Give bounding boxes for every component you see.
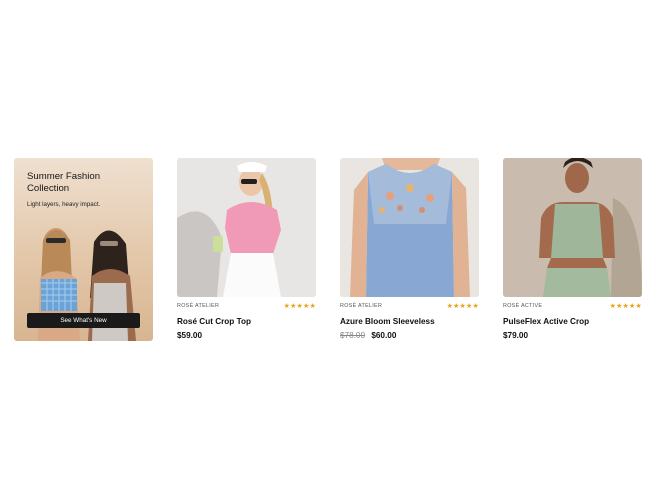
star-rating-icon: ★★★★★	[283, 303, 316, 310]
product-row: Summer Fashion Collection Light layers, …	[14, 158, 643, 342]
price: $59.00	[177, 331, 203, 340]
price: $60.00	[371, 331, 397, 340]
star-rating-icon: ★★★★★	[609, 303, 642, 310]
star-rating-icon: ★★★★★	[446, 303, 479, 310]
promo-title: Summer Fashion Collection	[27, 171, 101, 194]
brand-label: ROSÉ ATELIER	[177, 303, 220, 309]
product-name[interactable]: PulseFlex Active Crop	[503, 317, 642, 326]
product-name[interactable]: Rosé Cut Crop Top	[177, 317, 316, 326]
product-image[interactable]	[340, 158, 479, 297]
product-image[interactable]	[177, 158, 316, 297]
price-row: $79.00	[503, 331, 642, 340]
price-row: $78.00 $60.00	[340, 331, 479, 340]
promo-subtitle: Light layers, heavy impact.	[27, 201, 101, 208]
product-card[interactable]: ROSÉ ATELIER ★★★★★ Azure Bloom Sleeveles…	[340, 158, 479, 340]
brand-label: ROSÉ ATELIER	[340, 303, 383, 309]
price: $79.00	[503, 331, 529, 340]
product-image[interactable]	[503, 158, 642, 297]
see-whats-new-button[interactable]: See What's New	[27, 313, 140, 328]
brand-label: ROSÉ ACTIVE	[503, 303, 543, 309]
promo-card[interactable]: Summer Fashion Collection Light layers, …	[14, 158, 153, 341]
product-name[interactable]: Azure Bloom Sleeveless	[340, 317, 479, 326]
price-row: $59.00	[177, 331, 316, 340]
original-price: $78.00	[340, 331, 366, 340]
product-card[interactable]: ROSÉ ACTIVE ★★★★★ PulseFlex Active Crop …	[503, 158, 642, 340]
product-card[interactable]: ROSÉ ATELIER ★★★★★ Rosé Cut Crop Top $59…	[177, 158, 316, 340]
